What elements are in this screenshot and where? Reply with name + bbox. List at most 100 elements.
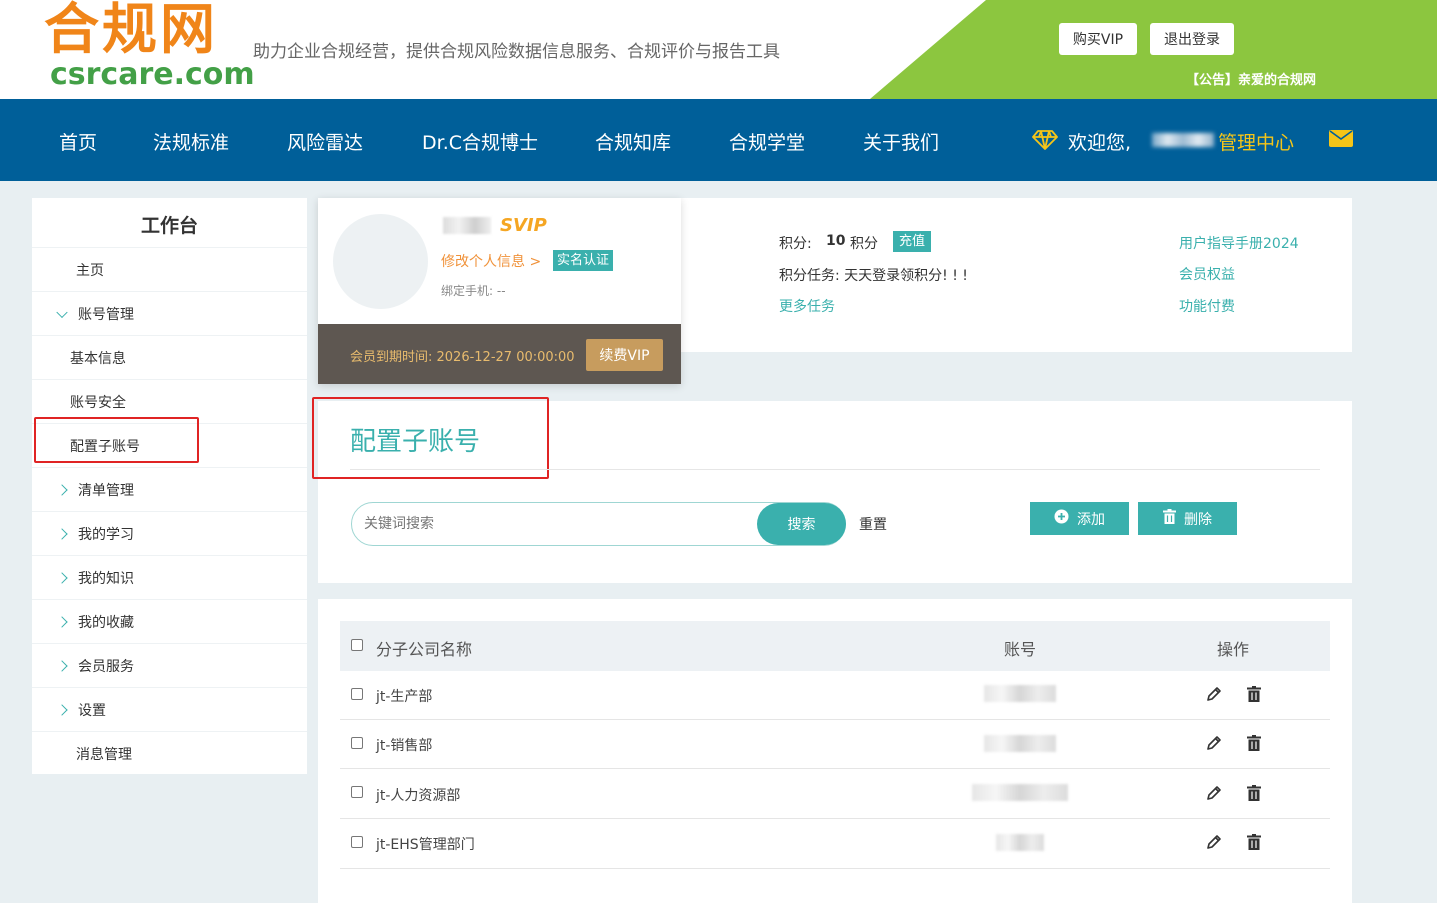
logout-button[interactable]: 退出登录 [1150,23,1234,55]
reset-button[interactable]: 重置 [859,514,887,534]
points-unit: 积分 [850,236,878,252]
sidebar-item-my-learning[interactable]: 我的学习 [32,511,307,555]
trash-icon [1163,509,1176,528]
realname-verification-badge[interactable]: 实名认证 [553,250,614,271]
notice-marquee[interactable]: 【公告】亲爱的合规网 [1186,69,1316,88]
account-redacted [984,735,1056,752]
sidebar-item-label: 清单管理 [78,482,134,499]
sidebar-item-messages[interactable]: 消息管理 [32,731,307,775]
sidebar-item-label: 会员服务 [78,658,134,675]
row-divider [340,818,1330,819]
trash-icon[interactable] [1247,686,1261,706]
chevron-down-icon [56,306,68,318]
sidebar-item-list-management[interactable]: 清单管理 [32,467,307,511]
paid-features-link[interactable]: 功能付费 [1179,296,1235,316]
sidebar-item-settings[interactable]: 设置 [32,687,307,731]
edit-pencil-icon[interactable] [1206,686,1222,706]
trash-icon[interactable] [1247,735,1261,755]
avatar[interactable] [333,214,428,309]
nav-item-knowledge[interactable]: 合规知库 [595,128,671,155]
chevron-right-icon [56,703,68,716]
sidebar-item-label: 设置 [78,702,106,719]
add-button-label: 添加 [1077,511,1105,528]
more-tasks-link[interactable]: 更多任务 [779,296,835,316]
select-all-checkbox[interactable] [351,639,363,651]
chevron-right-icon [56,615,68,628]
sidebar-item-home[interactable]: 主页 [32,247,307,291]
row-checkbox[interactable] [351,688,363,700]
welcome-text: 欢迎您, [1068,132,1132,154]
column-header-actions: 操作 [1217,640,1250,659]
nav-item-dr-c[interactable]: Dr.C合规博士 [422,128,538,155]
edit-pencil-icon[interactable] [1206,834,1222,854]
sidebar-item-label: 我的学习 [78,526,134,543]
username-redacted [1152,133,1214,147]
sidebar-item-label: 我的知识 [78,570,134,587]
sidebar-item-account-management[interactable]: 账号管理 [32,291,307,335]
edit-pencil-icon[interactable] [1206,785,1222,805]
bound-phone: 绑定手机: -- [441,284,506,298]
sidebar-item-basic-info[interactable]: 基本信息 [32,335,307,379]
recharge-button[interactable]: 充值 [893,231,932,252]
table-cell-name: jt-EHS管理部门 [376,837,475,853]
sidebar-item-label: 基本信息 [70,350,126,367]
trash-icon[interactable] [1247,785,1261,805]
logo-domain[interactable]: csrcare.com [50,58,255,92]
chevron-right-icon [56,483,68,496]
chevron-right-icon [56,571,68,584]
column-header-name: 分子公司名称 [376,640,473,659]
trash-icon[interactable] [1247,834,1261,854]
row-divider [340,768,1330,769]
points-label: 积分: [779,236,812,252]
buy-vip-button[interactable]: 购买VIP [1059,23,1137,55]
delete-button-label: 删除 [1184,511,1212,528]
row-divider [340,868,1330,869]
renew-vip-button[interactable]: 续费VIP [586,339,663,371]
search-button[interactable]: 搜索 [757,503,846,545]
account-redacted [984,685,1056,702]
row-checkbox[interactable] [351,786,363,798]
sidebar-item-my-knowledge[interactable]: 我的知识 [32,555,307,599]
row-checkbox[interactable] [351,836,363,848]
management-center-link[interactable]: 管理中心 [1218,128,1294,155]
row-checkbox[interactable] [351,737,363,749]
profile-name-redacted [443,217,491,234]
membership-level-badge: SVIP [500,215,547,236]
nav-item-about[interactable]: 关于我们 [863,128,939,155]
sidebar-item-label: 消息管理 [76,746,132,763]
membership-expiry: 会员到期时间: 2026-12-27 00:00:00 [350,350,575,365]
highlight-box-title [312,397,549,479]
logo-text[interactable]: 合规网 [44,0,218,64]
nav-item-risk-radar[interactable]: 风险雷达 [287,128,363,155]
edit-pencil-icon[interactable] [1206,735,1222,755]
chevron-right-icon [56,659,68,672]
chevron-right-icon [56,527,68,540]
account-redacted [972,784,1068,801]
slogan: 助力企业合规经营，提供合规风险数据信息服务、合规评价与报告工具 [253,42,780,62]
member-benefits-link[interactable]: 会员权益 [1179,264,1235,284]
nav-item-regulations[interactable]: 法规标准 [153,128,229,155]
points-value: 10 [826,233,846,249]
mail-icon[interactable] [1329,130,1353,151]
column-header-account: 账号 [1004,640,1037,659]
table-cell-name: jt-人力资源部 [376,788,461,804]
divider [350,469,1320,470]
account-redacted [996,834,1044,851]
table-cell-name: jt-生产部 [376,689,433,705]
delete-button[interactable]: 删除 [1138,502,1237,535]
edit-profile-link[interactable]: 修改个人信息 > [441,251,541,271]
add-button[interactable]: 添加 [1030,502,1129,535]
nav-item-home[interactable]: 首页 [59,128,97,155]
sidebar-item-my-favorites[interactable]: 我的收藏 [32,599,307,643]
sidebar-item-label: 我的收藏 [78,614,134,631]
sidebar-item-label: 账号安全 [70,394,126,411]
sidebar-item-label: 账号管理 [78,306,134,323]
highlight-box-sidebar [34,417,199,463]
search-input[interactable] [364,512,744,536]
points-task: 积分任务: 天天登录领积分! ! ! [779,268,968,284]
user-guide-link[interactable]: 用户指导手册2024 [1179,233,1299,253]
diamond-icon [1032,129,1058,155]
row-divider [340,719,1330,720]
nav-item-academy[interactable]: 合规学堂 [729,128,805,155]
sidebar-item-member-service[interactable]: 会员服务 [32,643,307,687]
